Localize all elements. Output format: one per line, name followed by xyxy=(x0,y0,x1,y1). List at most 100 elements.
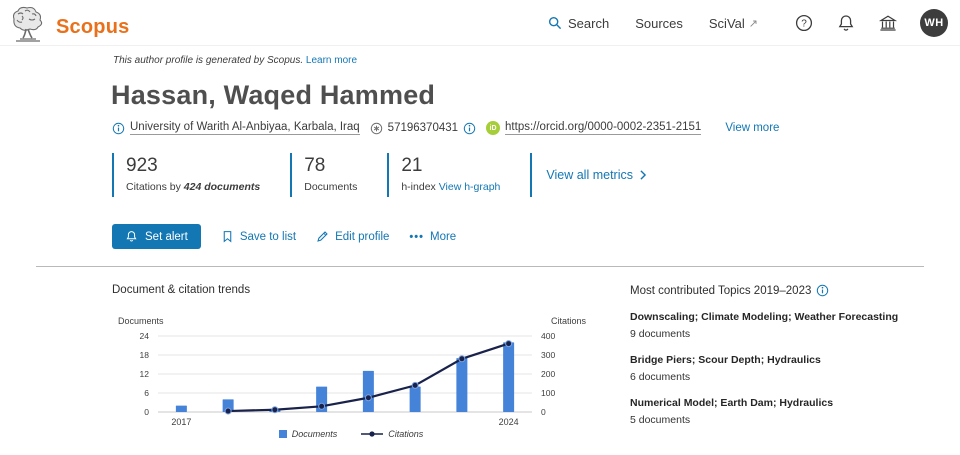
trends-title: Document & citation trends xyxy=(112,284,590,296)
section-divider xyxy=(36,266,924,267)
more-label: More xyxy=(430,231,456,243)
view-all-metrics-label: View all metrics xyxy=(546,168,633,182)
topics-title-text: Most contributed Topics 2019–2023 xyxy=(630,285,811,297)
edit-profile-button[interactable]: Edit profile xyxy=(316,230,389,243)
svg-text:0: 0 xyxy=(144,407,149,417)
pencil-icon xyxy=(316,230,329,243)
axis-titles: Documents Citations xyxy=(112,316,590,326)
hindex-value: 21 xyxy=(401,155,500,177)
left-axis-title: Documents xyxy=(118,316,164,326)
brand-wordmark: Scopus xyxy=(56,16,129,39)
scopus-author-profile-page: Scopus Search Sources SciVal ↗ ? WH This xyxy=(0,0,960,455)
topic-doc-count: 9 documents xyxy=(630,328,952,340)
info-icon[interactable] xyxy=(112,122,125,135)
top-header: Scopus Search Sources SciVal ↗ ? WH xyxy=(0,0,960,46)
set-alert-label: Set alert xyxy=(145,231,188,243)
external-link-icon: ↗ xyxy=(749,17,758,30)
topics-info-icon[interactable] xyxy=(816,284,829,297)
metric-citations: 923 Citations by 424 documents xyxy=(112,153,260,197)
topic-item: Downscaling; Climate Modeling; Weather F… xyxy=(630,311,952,340)
citations-label-prefix: Citations by xyxy=(126,181,184,193)
legend-documents[interactable]: Documents xyxy=(279,429,338,439)
svg-text:6: 6 xyxy=(144,388,149,398)
legend-citations[interactable]: Citations xyxy=(361,429,423,439)
legend-citations-label: Citations xyxy=(388,429,423,439)
svg-text:12: 12 xyxy=(140,369,150,379)
metrics-row: 923 Citations by 424 documents 78 Docume… xyxy=(112,153,647,197)
author-info-row: University of Warith Al-Anbiyaa, Karbala… xyxy=(112,121,779,135)
citations-label-bold: 424 documents xyxy=(184,181,260,193)
nav-scival[interactable]: SciVal ↗ xyxy=(709,16,758,31)
save-to-list-label: Save to list xyxy=(240,231,296,243)
citations-line-icon xyxy=(361,430,383,438)
nav-scival-label: SciVal xyxy=(709,16,745,31)
ellipsis-icon: ••• xyxy=(409,231,424,243)
topic-name-link[interactable]: Downscaling; Climate Modeling; Weather F… xyxy=(630,311,952,323)
header-nav: Search Sources SciVal ↗ ? WH xyxy=(548,0,948,46)
institution-icon[interactable] xyxy=(878,13,898,33)
disclaimer-text: This author profile is generated by Scop… xyxy=(113,55,303,66)
scopus-id-info-icon[interactable] xyxy=(463,122,476,135)
view-all-metrics: View all metrics xyxy=(530,153,647,197)
view-hgraph-link[interactable]: View h-graph xyxy=(439,181,501,193)
topic-item: Bridge Piers; Scour Depth; Hydraulics 6 … xyxy=(630,354,952,383)
profile-disclaimer: This author profile is generated by Scop… xyxy=(113,55,357,66)
topic-doc-count: 5 documents xyxy=(630,414,952,426)
nav-sources[interactable]: Sources xyxy=(635,16,683,31)
alert-bell-icon xyxy=(125,230,138,243)
nav-search[interactable]: Search xyxy=(548,16,609,31)
hindex-label-text: h-index xyxy=(401,181,438,193)
affiliation-link[interactable]: University of Warith Al-Anbiyaa, Karbala… xyxy=(130,121,360,135)
trends-chart-svg[interactable]: 06121824010020030040020172024 xyxy=(112,328,582,428)
topics-section: Most contributed Topics 2019–2023 Downsc… xyxy=(630,284,952,426)
documents-value: 78 xyxy=(304,155,357,177)
documents-label: Documents xyxy=(304,181,357,193)
edit-profile-label: Edit profile xyxy=(335,231,389,243)
citations-label: Citations by 424 documents xyxy=(126,181,260,193)
svg-text:400: 400 xyxy=(541,331,555,341)
legend-documents-label: Documents xyxy=(292,429,338,439)
chart-legend: Documents Citations xyxy=(112,429,590,439)
view-all-metrics-link[interactable]: View all metrics xyxy=(546,168,647,182)
hindex-label: h-index View h-graph xyxy=(401,181,500,193)
topic-name-link[interactable]: Bridge Piers; Scour Depth; Hydraulics xyxy=(630,354,952,366)
elsevier-tree-logo xyxy=(8,5,46,45)
action-bar: Set alert Save to list Edit profile ••• … xyxy=(112,224,456,249)
save-to-list-button[interactable]: Save to list xyxy=(221,230,296,243)
svg-text:2017: 2017 xyxy=(171,417,191,427)
topic-name-link[interactable]: Numerical Model; Earth Dam; Hydraulics xyxy=(630,397,952,409)
metric-hindex: 21 h-index View h-graph xyxy=(387,153,500,197)
nav-search-label: Search xyxy=(568,16,609,31)
svg-text:2024: 2024 xyxy=(499,417,519,427)
svg-text:200: 200 xyxy=(541,369,555,379)
learn-more-link[interactable]: Learn more xyxy=(306,55,357,66)
topics-title: Most contributed Topics 2019–2023 xyxy=(630,284,952,297)
search-icon xyxy=(548,16,562,30)
brand[interactable]: Scopus xyxy=(8,1,129,45)
scopus-id-chunk: 57196370431 xyxy=(370,122,476,135)
svg-text:300: 300 xyxy=(541,350,555,360)
author-name: Hassan, Waqed Hammed xyxy=(111,80,435,111)
header-icon-group: ? WH xyxy=(794,9,948,37)
help-icon[interactable]: ? xyxy=(794,13,814,33)
affiliation-chunk: University of Warith Al-Anbiyaa, Karbala… xyxy=(112,121,360,135)
scopus-id-value: 57196370431 xyxy=(388,122,458,134)
view-more-link[interactable]: View more xyxy=(725,122,779,134)
orcid-icon: iD xyxy=(486,121,500,135)
right-axis-title: Citations xyxy=(551,316,586,326)
chevron-right-icon xyxy=(639,170,647,180)
svg-text:18: 18 xyxy=(140,350,150,360)
documents-swatch-icon xyxy=(279,430,287,438)
bookmark-icon xyxy=(221,230,234,243)
scopus-id-icon xyxy=(370,122,383,135)
orcid-link[interactable]: https://orcid.org/0000-0002-2351-2151 xyxy=(505,121,701,135)
topic-item: Numerical Model; Earth Dam; Hydraulics 5… xyxy=(630,397,952,426)
set-alert-button[interactable]: Set alert xyxy=(112,224,201,249)
svg-text:24: 24 xyxy=(140,331,150,341)
svg-text:?: ? xyxy=(801,19,807,30)
user-avatar[interactable]: WH xyxy=(920,9,948,37)
notifications-bell-icon[interactable] xyxy=(836,13,856,33)
nav-sources-label: Sources xyxy=(635,16,683,31)
topic-doc-count: 6 documents xyxy=(630,371,952,383)
more-button[interactable]: ••• More xyxy=(409,231,456,243)
